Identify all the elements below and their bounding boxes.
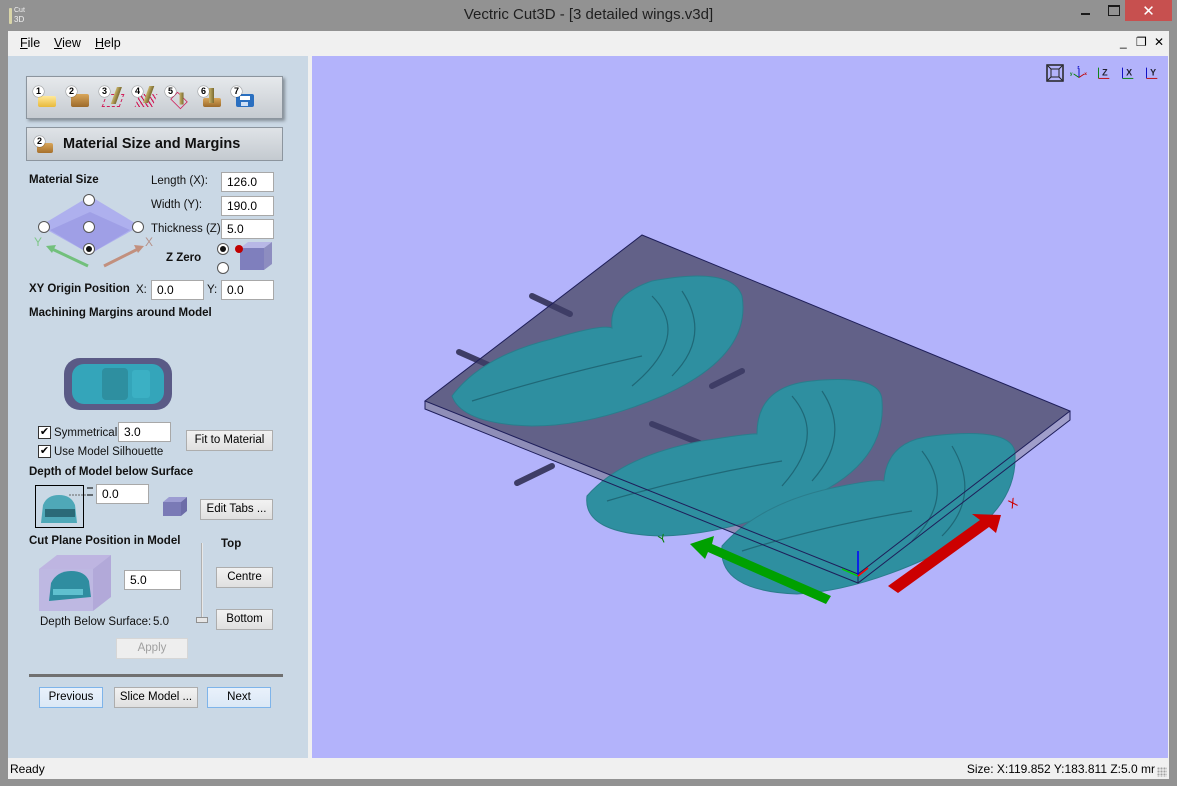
symmetrical-checkbox[interactable]: ✔	[38, 426, 51, 439]
client-area: File View Help _ ❐ ✕ 1 2 3 4 5 6 7 2 Mat…	[8, 31, 1169, 779]
depth-below-surface-label: Depth of Model below Surface	[29, 466, 194, 478]
cut-plane-label: Cut Plane Position in Model	[29, 535, 181, 547]
z-zero-label: Z Zero	[166, 252, 202, 264]
open-folder-icon	[38, 96, 56, 107]
wizard-panel: 1 2 3 4 5 6 7 2 Material Size and Margin…	[8, 56, 308, 758]
step-6-preview-button[interactable]: 6	[198, 86, 222, 110]
origin-radio-top[interactable]	[83, 194, 95, 206]
step-1-open-button[interactable]: 1	[33, 86, 57, 110]
menu-view[interactable]: View	[54, 36, 81, 50]
step-4-finishing-button[interactable]: 4	[132, 86, 158, 110]
use-silhouette-checkbox[interactable]: ✔	[38, 445, 51, 458]
step-5-cutout-button[interactable]: 5	[165, 86, 189, 110]
model-scene: Y X	[423, 234, 1071, 604]
origin-radio-centre[interactable]	[83, 221, 95, 233]
diagram-axis-y-label: Y	[34, 235, 42, 249]
material-size-label: Material Size	[29, 174, 99, 186]
menu-help[interactable]: Help	[95, 36, 121, 50]
cut-plane-diagram-icon	[39, 555, 111, 611]
3d-viewport[interactable]: z y x Z X Y Y X	[312, 56, 1168, 758]
origin-x-input[interactable]	[151, 280, 204, 300]
length-input[interactable]	[221, 172, 274, 192]
next-button[interactable]: Next	[207, 687, 271, 708]
xy-origin-label: XY Origin Position	[29, 283, 130, 295]
step-7-save-button[interactable]: 7	[231, 86, 255, 110]
step-2-material-button[interactable]: 2	[66, 86, 90, 110]
fit-to-material-button[interactable]: Fit to Material	[186, 430, 273, 451]
slider-top-label: Top	[221, 538, 242, 550]
mdi-minimize-button[interactable]: _	[1120, 35, 1127, 49]
z-zero-top-radio[interactable]	[217, 243, 229, 255]
depth-below-value: 5.0	[153, 616, 169, 628]
cut-plane-slider-thumb[interactable]	[196, 617, 208, 623]
z-zero-bottom-radio[interactable]	[217, 262, 229, 274]
mdi-restore-button[interactable]: ❐	[1136, 35, 1147, 49]
tab-block-icon	[163, 497, 187, 516]
close-icon: ✕	[1142, 2, 1155, 20]
diagram-axis-x-label: X	[145, 235, 153, 249]
centre-button[interactable]: Centre	[216, 567, 273, 588]
bottom-button[interactable]: Bottom	[216, 609, 273, 630]
origin-x-label: X:	[136, 284, 147, 296]
resize-grip-icon[interactable]	[1157, 767, 1167, 777]
title-bar: Cut 3D Vectric Cut3D - [3 detailed wings…	[0, 0, 1177, 31]
cut-plane-slider-track[interactable]	[201, 543, 203, 623]
cut-plane-input[interactable]	[124, 570, 181, 590]
menu-file[interactable]: File	[20, 36, 40, 50]
depth-below-label: Depth Below Surface:	[40, 616, 152, 628]
close-button[interactable]: ✕	[1125, 0, 1172, 21]
depth-input[interactable]	[96, 484, 149, 504]
preview-toolpath-icon	[203, 88, 221, 107]
edit-tabs-button[interactable]: Edit Tabs ...	[200, 499, 273, 520]
thickness-label: Thickness (Z):	[151, 223, 224, 235]
depth-diagram-icon	[35, 485, 93, 528]
length-label: Length (X):	[151, 175, 208, 187]
slice-model-button[interactable]: Slice Model ...	[114, 687, 198, 708]
x-axis-label: X	[1006, 495, 1020, 511]
previous-button[interactable]: Previous	[39, 687, 103, 708]
use-silhouette-label: Use Model Silhouette	[54, 446, 164, 458]
z-zero-block-icon	[235, 242, 272, 270]
origin-radio-right[interactable]	[132, 221, 144, 233]
menu-bar: File View Help _ ❐ ✕	[8, 31, 1169, 56]
mdi-close-button[interactable]: ✕	[1154, 35, 1164, 49]
symmetrical-label: Symmetrical	[54, 427, 118, 439]
origin-radio-bottom[interactable]	[83, 243, 95, 255]
window-title: Vectric Cut3D - [3 detailed wings.v3d]	[463, 6, 714, 23]
status-bar: Ready Size: X:119.852 Y:183.811 Z:5.0 mr	[8, 758, 1169, 779]
status-text: Ready	[10, 762, 45, 776]
origin-y-input[interactable]	[221, 280, 274, 300]
model-size-readout: Size: X:119.852 Y:183.811 Z:5.0 mr	[966, 762, 1155, 776]
origin-radio-left[interactable]	[38, 221, 50, 233]
width-label: Width (Y):	[151, 199, 203, 211]
step-3-roughing-button[interactable]: 3	[99, 86, 125, 110]
apply-button[interactable]: Apply	[116, 638, 188, 659]
wizard-step-bar: 1 2 3 4 5 6 7	[26, 76, 283, 119]
machining-margins-label: Machining Margins around Model	[29, 307, 212, 319]
margin-preview-car-icon	[64, 358, 172, 410]
origin-y-label: Y:	[207, 284, 218, 296]
thickness-input[interactable]	[221, 219, 274, 239]
current-step-header: 2 Material Size and Margins	[26, 127, 283, 161]
current-step-title: Material Size and Margins	[63, 136, 241, 152]
width-input[interactable]	[221, 196, 274, 216]
margin-input[interactable]	[118, 422, 171, 442]
panel-separator	[29, 674, 283, 677]
